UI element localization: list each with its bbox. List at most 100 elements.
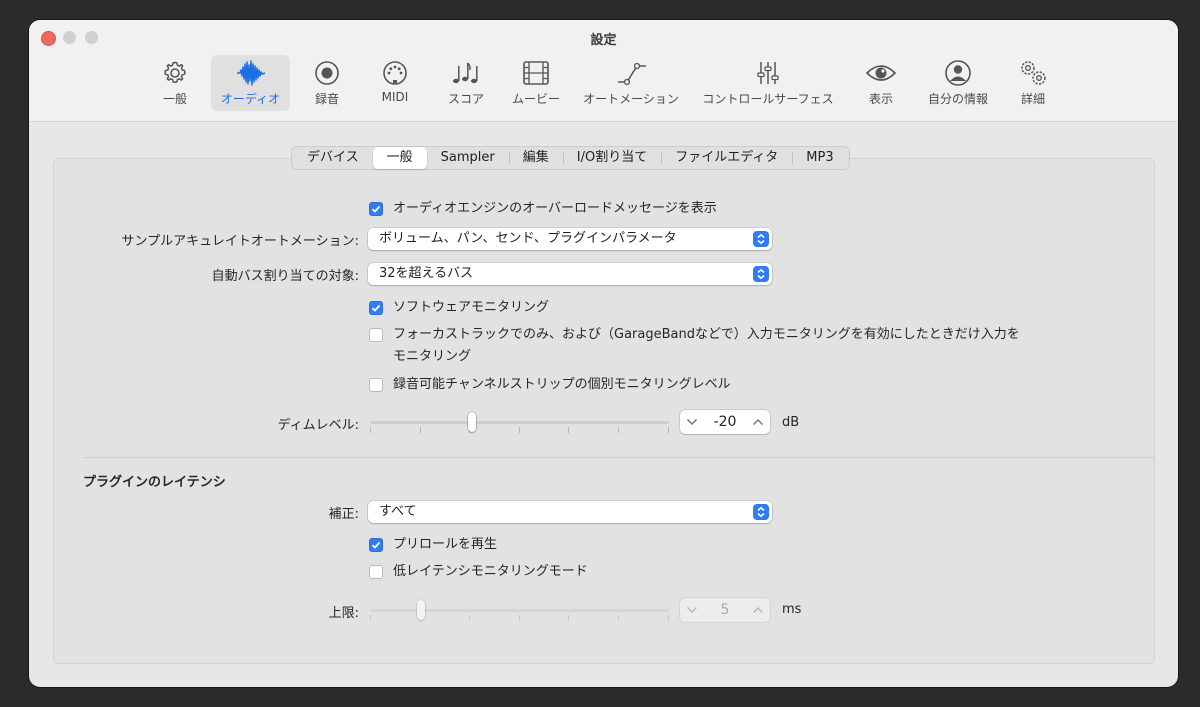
toolbar-label: オーディオ	[220, 92, 281, 106]
toolbar-label: ムービー	[511, 92, 560, 106]
toolbar-label: 表示	[868, 92, 893, 106]
film-icon	[523, 61, 549, 85]
toolbar-item-midi[interactable]: MIDI	[375, 55, 415, 111]
dim-level-slider[interactable]	[370, 412, 669, 433]
popup-value: ボリューム、パン、センド、プラグインパラメータ	[379, 231, 677, 246]
limit-stepper[interactable]: 5	[680, 598, 770, 622]
checkbox-checked[interactable]	[369, 202, 383, 216]
checkbox-label: 低レイテンシモニタリングモード	[393, 564, 588, 579]
software-monitoring-checkbox[interactable]: ソフトウェアモニタリング	[369, 300, 549, 319]
slider-tick	[618, 615, 619, 621]
low-latency-mode-checkbox[interactable]: 低レイテンシモニタリングモード	[369, 564, 588, 583]
checkbox-label: オーディオエンジンのオーバーロードメッセージを表示	[393, 201, 717, 216]
checkbox-unchecked[interactable]	[369, 328, 383, 342]
preroll-checkbox[interactable]: プリロールを再生	[369, 537, 497, 556]
updown-chevron-icon	[753, 266, 769, 282]
slider-track	[370, 421, 669, 424]
toolbar-label: 自分の情報	[927, 92, 988, 106]
eye-icon	[865, 65, 897, 81]
compensation-popup[interactable]: すべて	[368, 501, 772, 523]
slider-track	[370, 609, 669, 612]
toolbar-item-movie[interactable]: ムービー	[507, 55, 565, 111]
slider-tick	[568, 427, 569, 433]
chevron-down-icon[interactable]	[686, 606, 698, 614]
section-divider	[84, 457, 1154, 458]
toolbar-item-recording[interactable]: 録音	[307, 55, 347, 111]
updown-chevron-icon	[753, 231, 769, 247]
tab-file-editor[interactable]: ファイルエディタ	[661, 147, 792, 169]
toolbar-item-advanced[interactable]: 詳細	[1015, 55, 1051, 111]
automation-curve-icon	[618, 62, 646, 86]
toolbar-label: MIDI	[381, 90, 409, 104]
slider-tick	[618, 427, 619, 433]
toolbar-label: 一般	[162, 92, 187, 106]
slider-knob[interactable]	[417, 600, 425, 620]
waveform-icon	[236, 60, 265, 86]
toolbar-item-control-surfaces[interactable]: コントロールサーフェス	[697, 55, 839, 111]
slider-tick	[519, 615, 520, 621]
auto-bus-assign-label: 自動バス割り当ての対象:	[211, 269, 359, 284]
toolbar-item-view[interactable]: 表示	[865, 55, 897, 111]
toolbar-item-automation[interactable]: オートメーション	[578, 55, 684, 111]
toolbar-item-my-info[interactable]: 自分の情報	[923, 55, 993, 111]
checkbox-label: ソフトウェアモニタリング	[393, 300, 550, 315]
stepper-value[interactable]: 5	[721, 602, 730, 618]
toolbar-label: スコア	[447, 92, 484, 106]
chevron-up-icon[interactable]	[752, 418, 764, 426]
gears-icon	[1021, 61, 1046, 85]
slider-tick	[469, 615, 470, 621]
tab-general[interactable]: 一般	[372, 147, 427, 169]
focused-track-monitoring-checkbox[interactable]: フォーカストラックでのみ、および（GarageBandなどで）入力モニタリングを…	[369, 327, 1020, 368]
window-title: 設定	[590, 33, 617, 48]
sliders-icon	[757, 62, 779, 84]
music-notes-icon	[453, 62, 478, 84]
chevron-down-icon[interactable]	[686, 418, 698, 426]
plugin-latency-section-title: プラグインのレイテンシ	[83, 475, 226, 490]
slider-tick	[668, 427, 669, 433]
checkbox-unchecked[interactable]	[369, 565, 383, 579]
toolbar-label: オートメーション	[583, 92, 679, 106]
settings-window: 設定 一般 オーディオ 録音 MIDI スコア ムービー オートメーション コン…	[29, 20, 1178, 687]
compensation-label: 補正:	[328, 507, 359, 522]
checkbox-checked[interactable]	[369, 301, 383, 315]
checkbox-unchecked[interactable]	[369, 378, 383, 392]
record-icon	[315, 61, 339, 85]
titlebar: 設定 一般 オーディオ 録音 MIDI スコア ムービー オートメーション コン…	[29, 20, 1178, 122]
toolbar-label: コントロールサーフェス	[702, 92, 834, 106]
chevron-up-icon[interactable]	[752, 606, 764, 614]
slider-tick	[370, 427, 371, 433]
tab-devices[interactable]: デバイス	[293, 147, 373, 169]
toolbar-item-score[interactable]: スコア	[444, 55, 488, 111]
slider-tick	[568, 615, 569, 621]
toolbar-label: 録音	[314, 92, 339, 106]
dim-level-stepper[interactable]: -20	[680, 410, 770, 434]
limit-slider[interactable]	[370, 600, 669, 621]
checkbox-label: 録音可能チャンネルストリップの個別モニタリングレベル	[393, 377, 731, 392]
checkbox-label: プリロールを再生	[393, 537, 498, 552]
checkbox-label-line2: モニタリング	[393, 349, 472, 364]
overload-message-checkbox[interactable]: オーディオエンジンのオーバーロードメッセージを表示	[369, 201, 717, 220]
checkbox-checked[interactable]	[369, 538, 383, 552]
midi-connector-icon	[383, 61, 407, 85]
popup-value: 32を超えるバス	[379, 266, 474, 281]
checkbox-label-line1: フォーカストラックでのみ、および（GarageBandなどで）入力モニタリングを…	[393, 327, 1020, 342]
sample-accurate-automation-popup[interactable]: ボリューム、パン、センド、プラグインパラメータ	[368, 228, 772, 250]
slider-tick	[519, 427, 520, 433]
tab-mp3[interactable]: MP3	[792, 147, 847, 169]
stepper-value[interactable]: -20	[714, 414, 737, 430]
gear-icon	[164, 61, 186, 84]
auto-bus-assign-popup[interactable]: 32を超えるバス	[368, 263, 772, 285]
toolbar-item-general[interactable]: 一般	[155, 55, 195, 111]
person-icon	[945, 60, 971, 86]
tab-io-assignments[interactable]: I/O割り当て	[562, 147, 661, 169]
tab-sampler[interactable]: Sampler	[427, 147, 509, 169]
updown-chevron-icon	[753, 504, 769, 520]
slider-knob[interactable]	[468, 412, 476, 432]
checkbox-label: フォーカストラックでのみ、および（GarageBandなどで）入力モニタリングを…	[393, 324, 1020, 368]
toolbar-item-audio[interactable]: オーディオ	[211, 55, 290, 111]
slider-tick	[420, 427, 421, 433]
limit-unit: ms	[782, 602, 802, 617]
independent-monitoring-level-checkbox[interactable]: 録音可能チャンネルストリップの個別モニタリングレベル	[369, 377, 731, 396]
tab-editing[interactable]: 編集	[508, 147, 563, 169]
popup-value: すべて	[379, 504, 417, 519]
